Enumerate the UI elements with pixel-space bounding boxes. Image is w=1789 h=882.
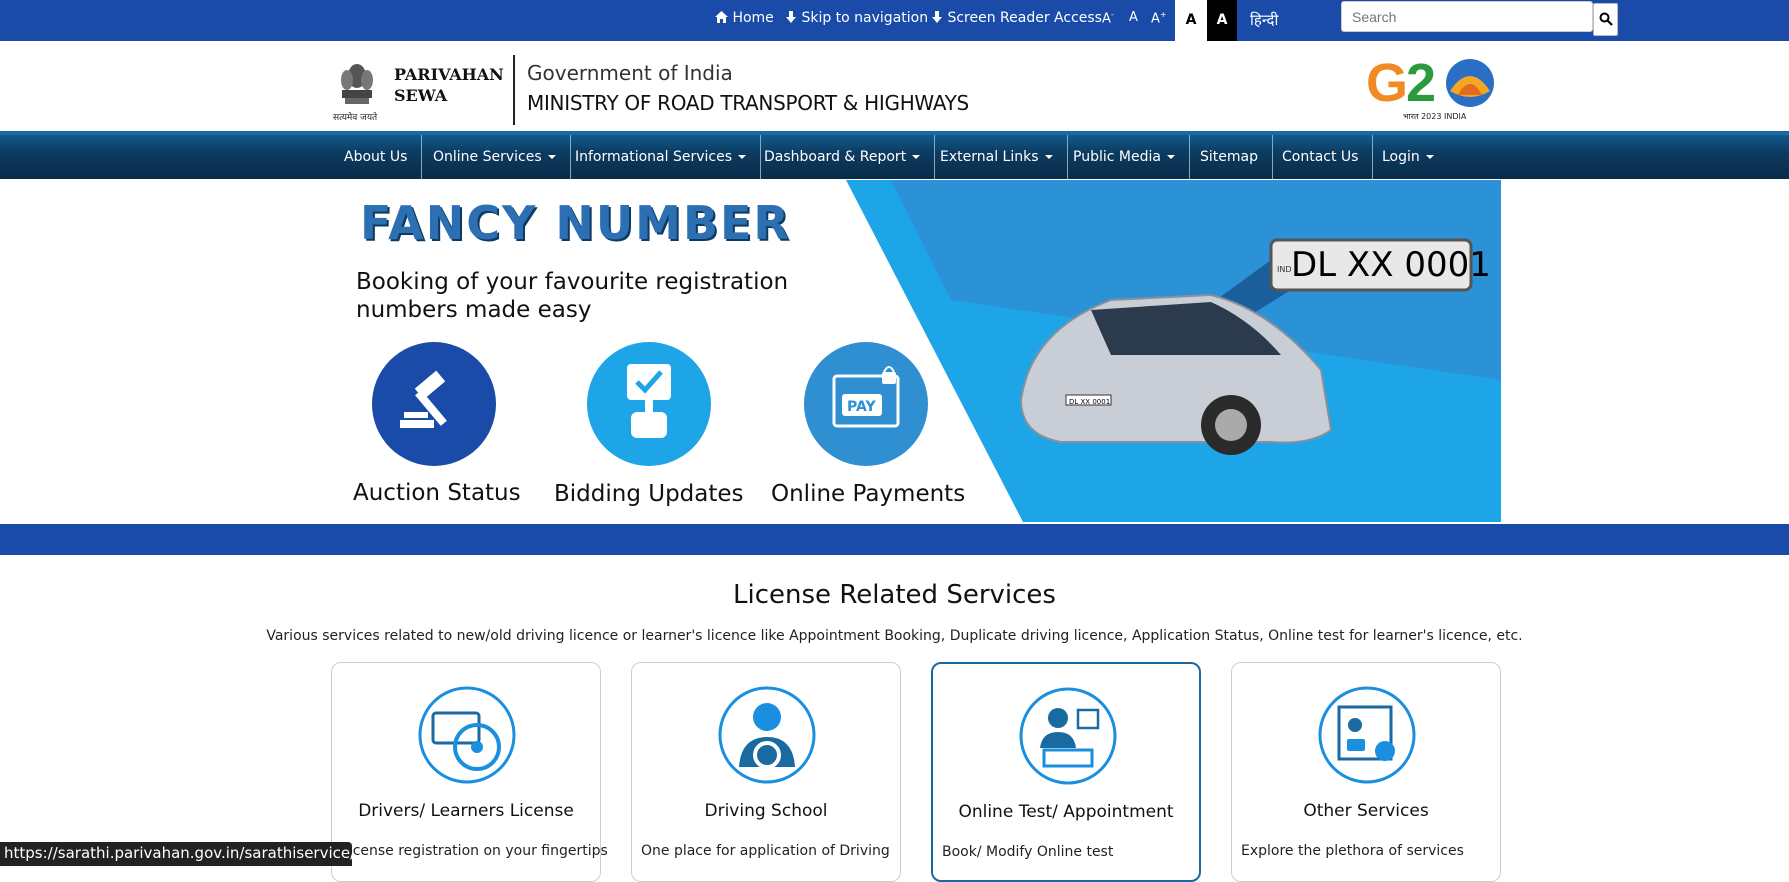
pay-text: PAY (847, 399, 876, 415)
auction-status-button[interactable] (372, 342, 496, 466)
g20-subtitle: भारत 2023 INDIA (1403, 112, 1467, 121)
plate-number-text: DL XX 0001 (1291, 245, 1491, 285)
banner-tagline: Booking of your favourite registration n… (356, 269, 789, 323)
emblem-caption: सत्यमेव जयते (333, 113, 378, 123)
search-button[interactable] (1593, 3, 1618, 36)
main-navigation: About Us Online Services Informational S… (0, 131, 1789, 179)
online-payments-label: Online Payments (771, 481, 966, 507)
screen-reader-link[interactable]: Screen Reader Access (931, 10, 1102, 26)
nav-about-us[interactable]: About Us (330, 135, 423, 179)
nav-login[interactable]: Login (1368, 135, 1448, 179)
home-link[interactable]: Home (715, 10, 774, 26)
gavel-icon (400, 370, 447, 428)
card-description: License registration on your fingertips (341, 843, 608, 859)
contrast-dark-button[interactable]: A (1207, 0, 1237, 41)
plate-ind-text: IND (1277, 265, 1292, 274)
search-input[interactable] (1341, 1, 1593, 32)
caret-down-icon (912, 155, 921, 159)
bidding-updates-button[interactable] (587, 342, 711, 466)
home-label: Home (732, 10, 774, 26)
svg-text:2: 2 (1406, 53, 1436, 113)
card-driving-school[interactable]: Driving School One place for application… (631, 662, 901, 882)
card-description: Book/ Modify Online test (942, 844, 1114, 860)
license-section-description: Various services related to new/old driv… (266, 628, 1523, 644)
skip-to-navigation-link[interactable]: Skip to navigation (785, 10, 928, 26)
online-test-icon (1019, 687, 1117, 785)
parivahan-sewa-logo[interactable]: PARIVAHAN SEWA (394, 64, 504, 106)
nav-contact-us[interactable]: Contact Us (1268, 135, 1374, 179)
card-online-test-appointment[interactable]: Online Test/ Appointment Book/ Modify On… (931, 662, 1201, 882)
caret-down-icon (1166, 155, 1175, 159)
browser-status-url: https://sarathi.parivahan.gov.in/sarathi… (0, 842, 352, 866)
ministry-title: MINISTRY OF ROAD TRANSPORT & HIGHWAYS (527, 91, 969, 115)
caret-down-icon (738, 155, 746, 159)
hindi-language-link[interactable]: हिन्दी (1250, 10, 1278, 30)
nav-public-media[interactable]: Public Media (1059, 135, 1190, 179)
font-increase-button[interactable]: A+ (1151, 10, 1167, 26)
skip-label: Skip to navigation (801, 10, 929, 26)
header-divider (513, 55, 515, 125)
caret-down-icon (1425, 155, 1434, 159)
font-normal-button[interactable]: A (1129, 10, 1138, 25)
contrast-light-button[interactable]: A (1175, 0, 1207, 41)
svg-text:G: G (1366, 53, 1408, 113)
arrow-down-icon (786, 11, 796, 23)
brand-line2: SEWA (394, 86, 448, 105)
search-icon (1599, 12, 1613, 26)
top-utility-bar: Home Skip to navigation Screen Reader Ac… (0, 0, 1789, 41)
driver-icon (718, 686, 816, 784)
card-description: Explore the plethora of services (1241, 843, 1464, 859)
nav-dashboard-report[interactable]: Dashboard & Report (750, 135, 936, 179)
government-of-india: Government of India (527, 61, 733, 85)
card-description: One place for application of Driving (641, 843, 890, 859)
banner-title: FANCY NUMBER (360, 196, 791, 250)
card-other-services[interactable]: Other Services Explore the plethora of s… (1231, 662, 1501, 882)
nav-online-services[interactable]: Online Services (419, 135, 571, 179)
card-title: Drivers/ Learners License (358, 801, 574, 821)
screen-reader-label: Screen Reader Access (947, 10, 1102, 26)
bid-paddle-icon (627, 364, 671, 438)
caret-down-icon (547, 155, 556, 159)
card-title: Other Services (1303, 801, 1429, 821)
nav-sitemap[interactable]: Sitemap (1186, 135, 1273, 179)
card-title: Online Test/ Appointment (958, 802, 1174, 822)
online-payments-button[interactable]: PAY (804, 342, 928, 466)
caret-down-icon (1044, 155, 1053, 159)
banner-bottom-strip (0, 524, 1789, 555)
arrow-down-icon (932, 11, 942, 23)
site-header (0, 41, 1789, 131)
nav-informational-services[interactable]: Informational Services (561, 135, 761, 179)
nav-external-links[interactable]: External Links (926, 135, 1068, 179)
license-steering-icon (418, 686, 516, 784)
small-plate-text: DL XX 0001 (1069, 398, 1110, 406)
payment-icon: PAY (832, 366, 900, 428)
card-drivers-learners-license[interactable]: Drivers/ Learners License License regist… (331, 662, 608, 882)
auction-status-label: Auction Status (353, 480, 521, 506)
bidding-updates-label: Bidding Updates (554, 481, 744, 507)
card-title: Driving School (704, 801, 828, 821)
certificate-icon (1318, 686, 1416, 784)
home-icon (715, 11, 728, 23)
license-section-title: License Related Services (733, 580, 1056, 610)
font-decrease-button[interactable]: A- (1102, 10, 1114, 26)
brand-line1: PARIVAHAN (394, 65, 504, 84)
